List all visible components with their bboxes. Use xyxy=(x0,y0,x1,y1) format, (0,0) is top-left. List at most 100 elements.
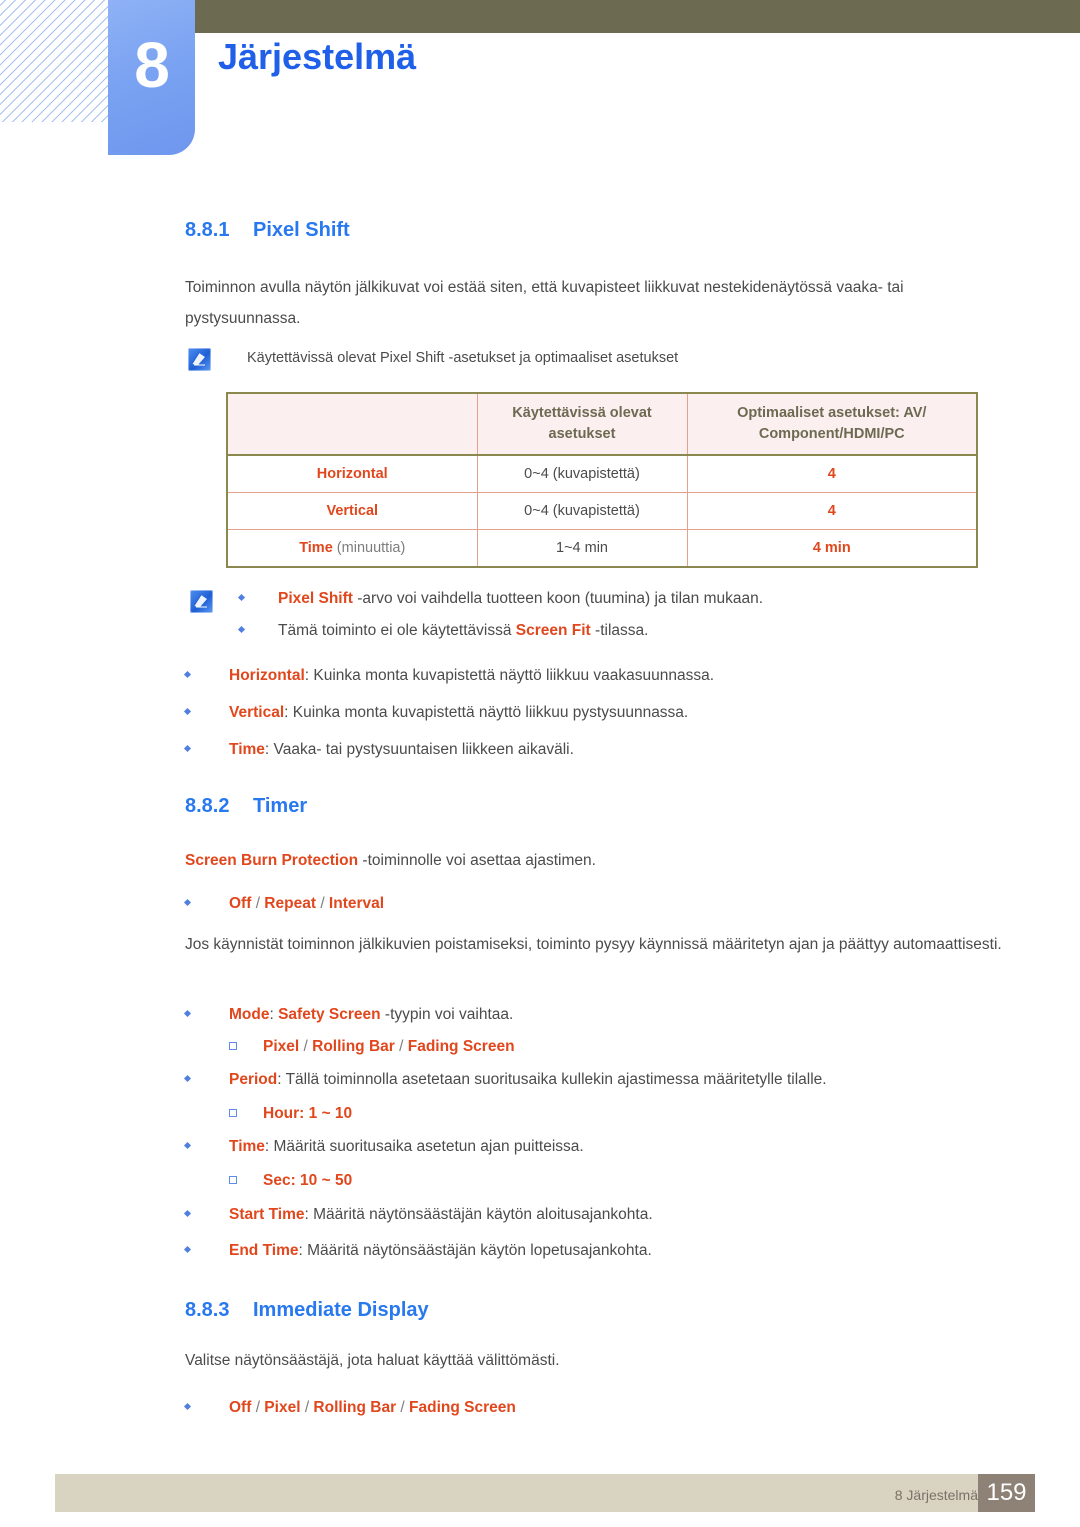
bullet-description: : Määritä näytönsäästäjän käytön lopetus… xyxy=(298,1242,652,1259)
bullet-vertical: Vertical: Kuinka monta kuvapistettä näyt… xyxy=(183,699,1015,727)
table-cell-key-unit: (minuuttia) xyxy=(332,540,406,556)
bullet-text: Time: Vaaka- tai pystysuuntaisen liikkee… xyxy=(229,736,1015,764)
table-cell-available: 0~4 (kuvapistettä) xyxy=(476,492,688,530)
bullet-diamond-icon xyxy=(237,625,246,634)
section-8-8-1-body: Toiminnon avulla näytön jälkikuvat voi e… xyxy=(185,279,904,327)
bullet-text: End Time: Määritä näytönsäästäjän käytön… xyxy=(229,1237,1015,1265)
table-header-optimal-line1: Optimaaliset asetukset: AV/ xyxy=(737,405,927,421)
section-title: Timer xyxy=(253,795,308,817)
bullet-term: Start Time xyxy=(229,1206,305,1223)
sub-bullet-text: Sec: 10 ~ 50 xyxy=(263,1167,1015,1195)
bullet-mode: Mode: Safety Screen -tyypin voi vaihtaa. xyxy=(183,1001,1015,1029)
sub-bullet-value: : 1 ~ 10 xyxy=(299,1105,353,1122)
bullet-diamond-icon xyxy=(183,670,192,679)
bullet-description: : Kuinka monta kuvapistettä näyttö liikk… xyxy=(304,667,715,684)
table-cell-key: Vertical xyxy=(226,492,478,530)
bullet-square-icon xyxy=(229,1042,237,1050)
bullet-term: Horizontal xyxy=(229,667,305,684)
section-8-8-2-body: Jos käynnistät toiminnon jälkikuvien poi… xyxy=(185,936,1002,953)
bullet-start-time: Start Time: Määritä näytönsäästäjän käyt… xyxy=(183,1201,1015,1229)
table-header-blank xyxy=(226,392,478,456)
table-header-optimal: Optimaaliset asetukset: AV/ Component/HD… xyxy=(686,392,978,456)
chapter-number: 8 xyxy=(134,29,170,101)
bullet-description: : Määritä suoritusaika asetetun ajan pui… xyxy=(264,1138,584,1155)
note-bullet-pixel-shift-value: Pixel Shift -arvo voi vaihdella tuotteen… xyxy=(185,585,1015,613)
bullet-square-icon xyxy=(229,1176,237,1184)
table-cell-key-label: Time xyxy=(299,540,333,556)
bullet-diamond-icon xyxy=(183,1402,192,1411)
bullet-square-icon xyxy=(229,1109,237,1117)
sub-bullet-term: Sec xyxy=(263,1172,291,1189)
note-bullet-text: Tämä toiminto ei ole käytettävissä Scree… xyxy=(278,617,1015,645)
bullet-diamond-icon xyxy=(237,593,246,602)
note-bullet-text: Pixel Shift -arvo voi vaihdella tuotteen… xyxy=(278,585,1015,613)
bullet-term-secondary: Safety Screen xyxy=(278,1006,381,1023)
bullet-term: Period xyxy=(229,1071,278,1088)
bullet-diamond-icon xyxy=(183,707,192,716)
timer-options-text: Off / Repeat / Interval xyxy=(229,895,385,912)
decorative-hatch-pattern xyxy=(0,0,112,122)
note-bullet-screen-fit: Tämä toiminto ei ole käytettävissä Scree… xyxy=(185,617,1015,645)
table-cell-key: Horizontal xyxy=(226,455,478,493)
bullet-description: : Tällä toiminnolla asetetaan suoritusai… xyxy=(277,1071,827,1088)
sub-bullet-term: Hour xyxy=(263,1105,300,1122)
intro-bold-term: Screen Burn Protection xyxy=(185,852,359,869)
section-heading-8-8-2: 8.8.2 Timer xyxy=(185,795,307,818)
table-header-available: Käytettävissä olevat asetukset xyxy=(476,392,688,456)
table-header-optimal-line2: Component/HDMI/PC xyxy=(758,426,905,442)
bullet-term: Vertical xyxy=(229,704,285,721)
table-header-row: Käytettävissä olevat asetukset Optimaali… xyxy=(226,392,978,456)
section-title: Immediate Display xyxy=(253,1299,429,1321)
bullet-text: Period: Tällä toiminnolla asetetaan suor… xyxy=(229,1066,1015,1094)
section-heading-8-8-3: 8.8.3 Immediate Display xyxy=(185,1299,429,1322)
bullet-diamond-icon xyxy=(183,898,192,907)
bullet-period: Period: Tällä toiminnolla asetetaan suor… xyxy=(183,1066,1015,1094)
note-bullet-rest: -tilassa. xyxy=(590,622,649,639)
section-8-8-2-intro: Screen Burn Protection -toiminnolle voi … xyxy=(185,845,1011,876)
bullet-description: : Kuinka monta kuvapistettä näyttö liikk… xyxy=(284,704,689,721)
table-row: Time (minuuttia) 1~4 min 4 min xyxy=(226,529,978,568)
note-caption-available-settings: Käytettävissä olevat Pixel Shift -asetuk… xyxy=(247,350,679,366)
footer-band xyxy=(55,1474,1030,1512)
section-number: 8.8.1 xyxy=(185,219,230,241)
bullet-description: : Vaaka- tai pystysuuntaisen liikkeen ai… xyxy=(264,741,574,758)
sub-bullet-text: Pixel / Rolling Bar / Fading Screen xyxy=(263,1038,515,1055)
table-cell-available: 1~4 min xyxy=(476,529,688,568)
section-8-8-3-body: Valitse näytönsäästäjä, jota haluat käyt… xyxy=(185,1352,560,1369)
chapter-title: Järjestelmä xyxy=(218,36,417,77)
bullet-description: : Määritä näytönsäästäjän käytön aloitus… xyxy=(304,1206,653,1223)
bullet-diamond-icon xyxy=(183,1009,192,1018)
bullet-diamond-icon xyxy=(183,1141,192,1150)
table-cell-key-label: Horizontal xyxy=(316,466,388,482)
intro-rest: -toiminnolle voi asettaa ajastimen. xyxy=(358,852,596,869)
bullet-text: Horizontal: Kuinka monta kuvapistettä nä… xyxy=(229,662,1015,690)
section-number: 8.8.3 xyxy=(185,1299,230,1321)
bullet-separator: : xyxy=(269,1006,279,1023)
section-title: Pixel Shift xyxy=(253,219,350,241)
bullet-text: Start Time: Määritä näytönsäästäjän käyt… xyxy=(229,1201,1015,1229)
bullet-timer-options: Off / Repeat / Interval xyxy=(183,890,1015,918)
sub-bullet-hour: Hour: 1 ~ 10 xyxy=(185,1100,1015,1128)
sub-bullet-mode-options: Pixel / Rolling Bar / Fading Screen xyxy=(185,1033,1015,1061)
bullet-term: End Time xyxy=(229,1242,299,1259)
table-header-available-line1: Käytettävissä olevat xyxy=(512,405,652,421)
header-olive-band xyxy=(195,0,1080,33)
bullet-immediate-display-options: Off / Pixel / Rolling Bar / Fading Scree… xyxy=(183,1394,1015,1422)
section-number: 8.8.2 xyxy=(185,795,230,817)
note-bullet-bold: Pixel Shift xyxy=(278,590,353,607)
table-cell-available: 0~4 (kuvapistettä) xyxy=(476,455,688,493)
bullet-diamond-icon xyxy=(183,744,192,753)
sub-bullet-value: : 10 ~ 50 xyxy=(290,1172,353,1189)
table-cell-optimal: 4 xyxy=(686,492,978,530)
bullet-horizontal: Horizontal: Kuinka monta kuvapistettä nä… xyxy=(183,662,1015,690)
sub-bullet-text: Hour: 1 ~ 10 xyxy=(263,1100,1015,1128)
bullet-text: Vertical: Kuinka monta kuvapistettä näyt… xyxy=(229,699,1015,727)
bullet-term: Time xyxy=(229,741,265,758)
table-header-available-line2: asetukset xyxy=(548,426,616,442)
note-icon xyxy=(188,348,211,371)
sub-bullet-sec: Sec: 10 ~ 50 xyxy=(185,1167,1015,1195)
bullet-term: Time xyxy=(229,1138,265,1155)
immediate-display-options-text: Off / Pixel / Rolling Bar / Fading Scree… xyxy=(229,1399,516,1416)
table-row: Horizontal 0~4 (kuvapistettä) 4 xyxy=(226,455,978,493)
footer-chapter-label: 8 Järjestelmä xyxy=(894,1487,978,1503)
